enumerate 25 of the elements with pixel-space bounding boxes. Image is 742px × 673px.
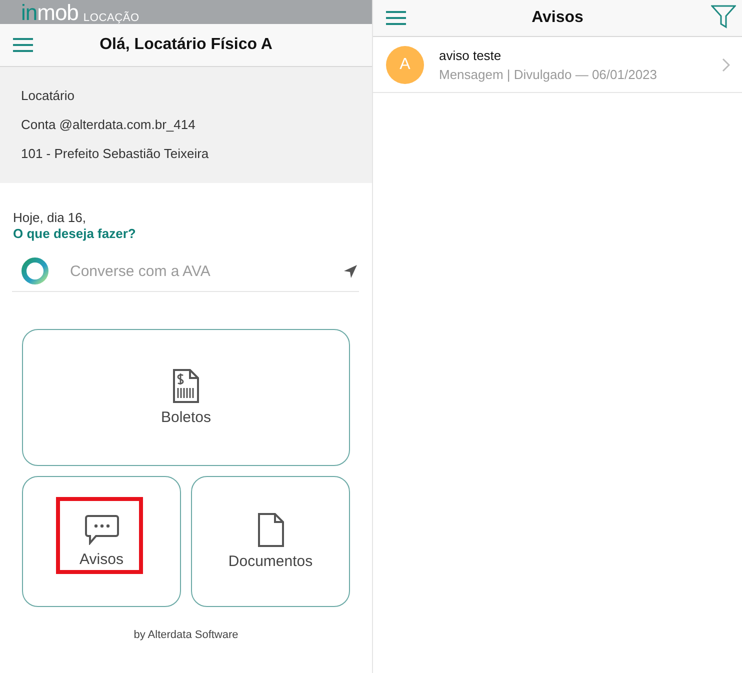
menu-icon[interactable] <box>13 38 33 52</box>
assistant-ring-icon <box>20 256 50 286</box>
notice-title[interactable]: aviso teste <box>439 48 722 62</box>
header-title: Avisos <box>532 9 584 27</box>
greeting-question: O que deseja fazer? <box>13 226 137 241</box>
account-info: Locatário <box>21 89 76 103</box>
menu-tile[interactable]: Avisos <box>22 476 181 607</box>
menu-tile[interactable]: Documentos <box>191 476 350 607</box>
chat-input[interactable]: Converse com a AVA <box>68 262 344 280</box>
avatar: A <box>386 46 424 84</box>
account-info: Conta @alterdata.com.br_414 <box>21 118 196 132</box>
app-logo: inmob <box>21 2 78 24</box>
receipt-icon <box>173 369 199 403</box>
footer-credit: by Alterdata Software <box>134 629 238 641</box>
document-icon <box>258 513 284 547</box>
send-icon[interactable] <box>344 264 357 278</box>
notice-subtitle: Mensagem | Divulgado — 06/01/2023 <box>439 66 658 82</box>
product-name: LOCAÇÃO <box>83 12 140 24</box>
header-title: Olá, Locatário Físico A <box>100 36 272 54</box>
filter-icon[interactable] <box>711 5 736 29</box>
menu-tile[interactable]: Boletos <box>22 329 350 466</box>
account-info: 101 - Prefeito Sebastião Teixeira <box>21 147 210 161</box>
chat-bubble-icon <box>84 515 118 545</box>
menu-icon[interactable] <box>386 11 406 25</box>
greeting-text: Hoje, dia 16, <box>13 210 87 225</box>
